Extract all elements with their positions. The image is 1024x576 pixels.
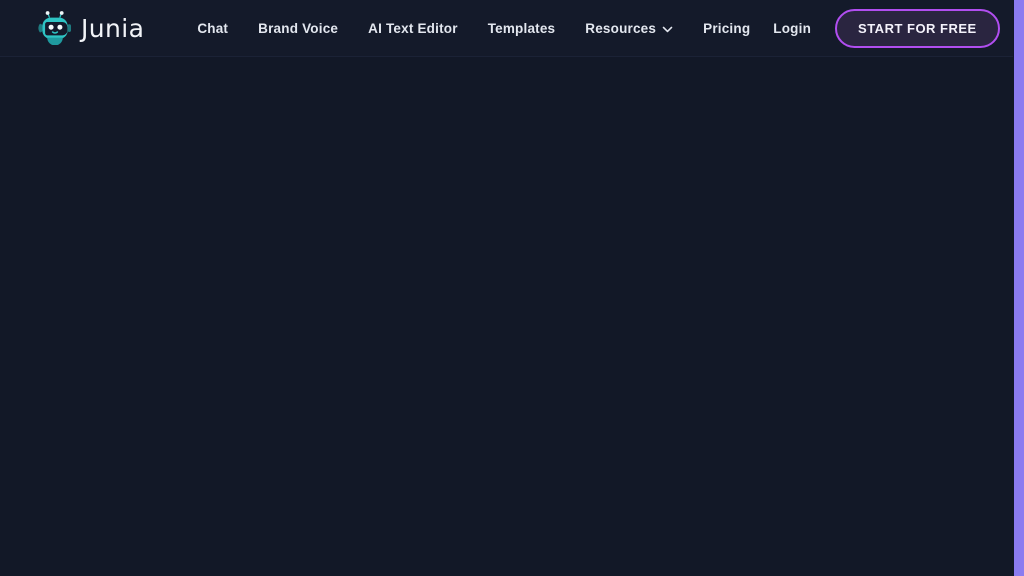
nav-item-pricing[interactable]: Pricing [688, 13, 765, 44]
site-header: Junia Chat Brand Voice AI Text Editor Te… [0, 0, 1013, 57]
nav-item-label: Pricing [703, 20, 751, 36]
page-root: Junia Chat Brand Voice AI Text Editor Te… [0, 0, 1024, 576]
start-for-free-button[interactable]: START FOR FREE [835, 8, 1000, 48]
nav-item-templates[interactable]: Templates [473, 13, 571, 44]
nav-item-label: Chat [197, 20, 229, 36]
nav-item-label: Resources [585, 20, 657, 36]
nav-item-label: Templates [487, 20, 556, 36]
nav-item-chat[interactable]: Chat [182, 13, 243, 44]
nav-item-brand-voice[interactable]: Brand Voice [243, 13, 353, 44]
header-actions: Login START FOR FREE [765, 8, 1000, 48]
brand-name-text: Junia [81, 13, 145, 43]
nav-item-ai-text-editor[interactable]: AI Text Editor [353, 13, 473, 44]
vertical-scrollbar-track[interactable] [1013, 0, 1024, 576]
browser-viewport: Junia Chat Brand Voice AI Text Editor Te… [0, 0, 1013, 576]
brand-logo-link[interactable]: Junia [36, 11, 144, 45]
nav-item-label: Brand Voice [258, 20, 339, 36]
main-content-area [0, 57, 1013, 576]
primary-navigation: Chat Brand Voice AI Text Editor Template… [182, 13, 765, 44]
vertical-scrollbar-thumb[interactable] [1014, 0, 1024, 576]
robot-mascot-icon [36, 11, 74, 45]
nav-item-label: AI Text Editor [368, 20, 458, 36]
chevron-down-icon [662, 21, 673, 36]
nav-item-resources[interactable]: Resources [570, 13, 688, 44]
login-link[interactable]: Login [765, 15, 819, 42]
